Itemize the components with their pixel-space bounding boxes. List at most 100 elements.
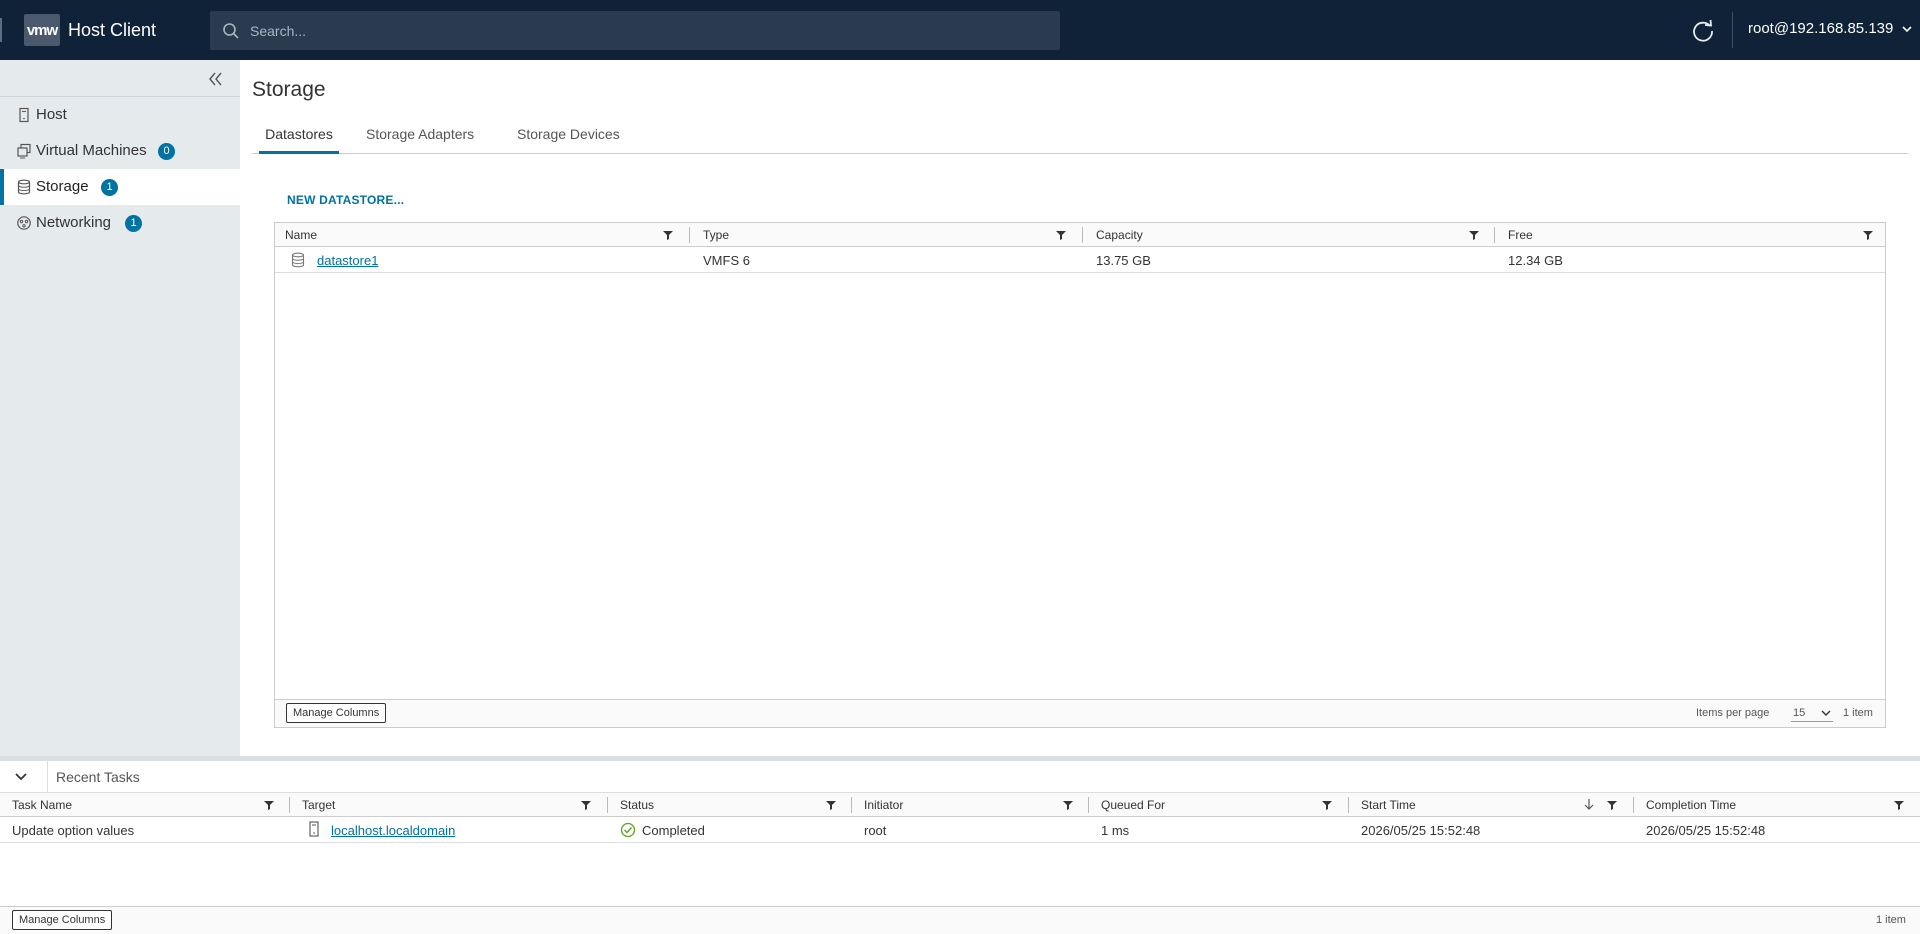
task-status: Completed xyxy=(642,823,705,838)
filter-icon[interactable] xyxy=(1894,800,1904,810)
datastore-icon xyxy=(291,252,305,268)
filter-icon[interactable] xyxy=(1056,230,1066,240)
user-name: root@192.168.85.139 xyxy=(1748,20,1894,37)
host-icon xyxy=(309,821,319,837)
tasks-grid-footer: Manage Columns 1 item xyxy=(0,906,1920,934)
table-row[interactable]: Update option values localhost.localdoma… xyxy=(0,818,1920,843)
host-icon xyxy=(19,107,29,123)
chevron-down-icon[interactable] xyxy=(14,771,28,783)
column-resize-handle[interactable] xyxy=(851,797,852,813)
filter-icon[interactable] xyxy=(1063,800,1073,810)
task-start-time: 2026/05/25 15:52:48 xyxy=(1361,823,1481,838)
sidebar-item-networking[interactable]: Networking 1 xyxy=(0,205,240,241)
page-title: Storage xyxy=(252,78,326,101)
filter-icon[interactable] xyxy=(1469,230,1479,240)
column-resize-handle[interactable] xyxy=(289,797,290,813)
filter-icon[interactable] xyxy=(663,230,673,240)
vmw-logo-mark: vmw xyxy=(24,14,60,46)
main-content: Storage Datastores Storage Adapters Stor… xyxy=(240,60,1920,756)
column-header-type[interactable]: Type xyxy=(703,223,729,247)
count-badge: 0 xyxy=(158,143,175,160)
filter-icon[interactable] xyxy=(1863,230,1873,240)
column-header-initiator[interactable]: Initiator xyxy=(864,793,903,817)
header-edge xyxy=(0,18,2,42)
count-badge: 1 xyxy=(101,179,118,196)
app-title: Host Client xyxy=(68,19,157,40)
storage-tabs: Datastores Storage Adapters Storage Devi… xyxy=(252,122,1908,154)
task-initiator: root xyxy=(864,823,887,838)
column-resize-handle[interactable] xyxy=(689,227,690,243)
task-target-link[interactable]: localhost.localdomain xyxy=(331,823,455,838)
datastore-capacity: 13.75 GB xyxy=(1096,253,1151,268)
recent-tasks-bar: Recent Tasks xyxy=(0,761,1920,793)
sort-descending-icon[interactable] xyxy=(1584,799,1594,810)
filter-icon[interactable] xyxy=(1322,800,1332,810)
column-header-completion-time[interactable]: Completion Time xyxy=(1646,793,1736,817)
column-header-status[interactable]: Status xyxy=(620,793,654,817)
count-badge: 1 xyxy=(125,215,142,232)
search-icon xyxy=(223,22,239,39)
column-header-start-time[interactable]: Start Time xyxy=(1361,793,1416,817)
datastore-type: VMFS 6 xyxy=(703,253,750,268)
filter-icon[interactable] xyxy=(264,800,274,810)
tab-storage-devices[interactable]: Storage Devices xyxy=(517,124,620,154)
success-check-icon xyxy=(620,822,636,838)
new-datastore-button[interactable]: NEW DATASTORE... xyxy=(287,193,404,207)
grid-header: Name Type Capacity Free xyxy=(275,223,1885,247)
sidebar-item-host[interactable]: Host xyxy=(0,97,240,133)
column-header-target[interactable]: Target xyxy=(302,793,335,817)
column-resize-handle[interactable] xyxy=(1082,227,1083,243)
filter-icon[interactable] xyxy=(581,800,591,810)
top-header: vmw Host Client root@192.168.85.139 xyxy=(0,0,1920,60)
sidebar-item-storage[interactable]: Storage 1 xyxy=(0,169,240,205)
items-per-page-select[interactable]: 15 xyxy=(1791,704,1833,722)
column-resize-handle[interactable] xyxy=(1494,227,1495,243)
app-logo[interactable]: vmw Host Client xyxy=(24,14,156,46)
column-header-free[interactable]: Free xyxy=(1508,223,1533,247)
datastore-free: 12.34 GB xyxy=(1508,253,1563,268)
task-name: Update option values xyxy=(12,823,135,838)
manage-columns-button[interactable]: Manage Columns xyxy=(286,703,387,723)
column-header-name[interactable]: Name xyxy=(285,223,317,247)
chevron-down-icon xyxy=(1821,710,1831,716)
column-header-capacity[interactable]: Capacity xyxy=(1096,223,1143,247)
items-per-page-value: 15 xyxy=(1793,707,1806,719)
sidebar-item-label: Virtual Machines xyxy=(36,142,147,159)
recent-tasks-title: Recent Tasks xyxy=(56,769,140,785)
tasks-grid-header: Task Name Target Status Initiator Queued… xyxy=(0,793,1920,817)
network-icon xyxy=(17,216,31,230)
filter-icon[interactable] xyxy=(1607,800,1617,810)
task-completion-time: 2026/05/25 15:52:48 xyxy=(1646,823,1766,838)
collapse-sidebar-icon[interactable] xyxy=(206,70,224,88)
vm-icon xyxy=(17,143,31,159)
column-resize-handle[interactable] xyxy=(607,797,608,813)
table-row[interactable]: datastore1 VMFS 6 13.75 GB 12.34 GB xyxy=(275,248,1885,273)
items-per-page-label: Items per page xyxy=(1696,707,1770,719)
column-resize-handle[interactable] xyxy=(1088,797,1089,813)
sidebar-item-virtual-machines[interactable]: Virtual Machines 0 xyxy=(0,133,240,169)
bar-separator xyxy=(47,761,48,793)
tab-storage-adapters[interactable]: Storage Adapters xyxy=(366,124,474,154)
storage-icon xyxy=(17,179,31,195)
filter-icon[interactable] xyxy=(826,800,836,810)
search-box[interactable] xyxy=(210,11,1060,50)
item-count: 1 item xyxy=(1843,707,1873,719)
item-count: 1 item xyxy=(1876,914,1906,926)
grid-footer: Manage Columns Items per page 15 1 item xyxy=(275,699,1885,727)
datastore-link[interactable]: datastore1 xyxy=(317,253,378,268)
column-header-task-name[interactable]: Task Name xyxy=(12,793,72,817)
refresh-icon[interactable] xyxy=(1690,18,1716,44)
column-resize-handle[interactable] xyxy=(1348,797,1349,813)
sidebar: Host Virtual Machines 0 Storage 1 Networ… xyxy=(0,60,240,756)
manage-columns-button[interactable]: Manage Columns xyxy=(12,910,113,930)
column-resize-handle[interactable] xyxy=(1633,797,1634,813)
header-separator xyxy=(1732,12,1733,48)
search-input[interactable] xyxy=(250,22,1030,39)
datastores-grid: Name Type Capacity Free datastore1 VMFS … xyxy=(274,222,1886,728)
tab-datastores[interactable]: Datastores xyxy=(259,124,339,154)
sidebar-item-label: Storage xyxy=(36,178,89,195)
sidebar-item-label: Host xyxy=(36,106,67,123)
chevron-down-icon xyxy=(1902,25,1912,32)
column-header-queued-for[interactable]: Queued For xyxy=(1101,793,1165,817)
user-menu[interactable]: root@192.168.85.139 xyxy=(1748,20,1913,37)
